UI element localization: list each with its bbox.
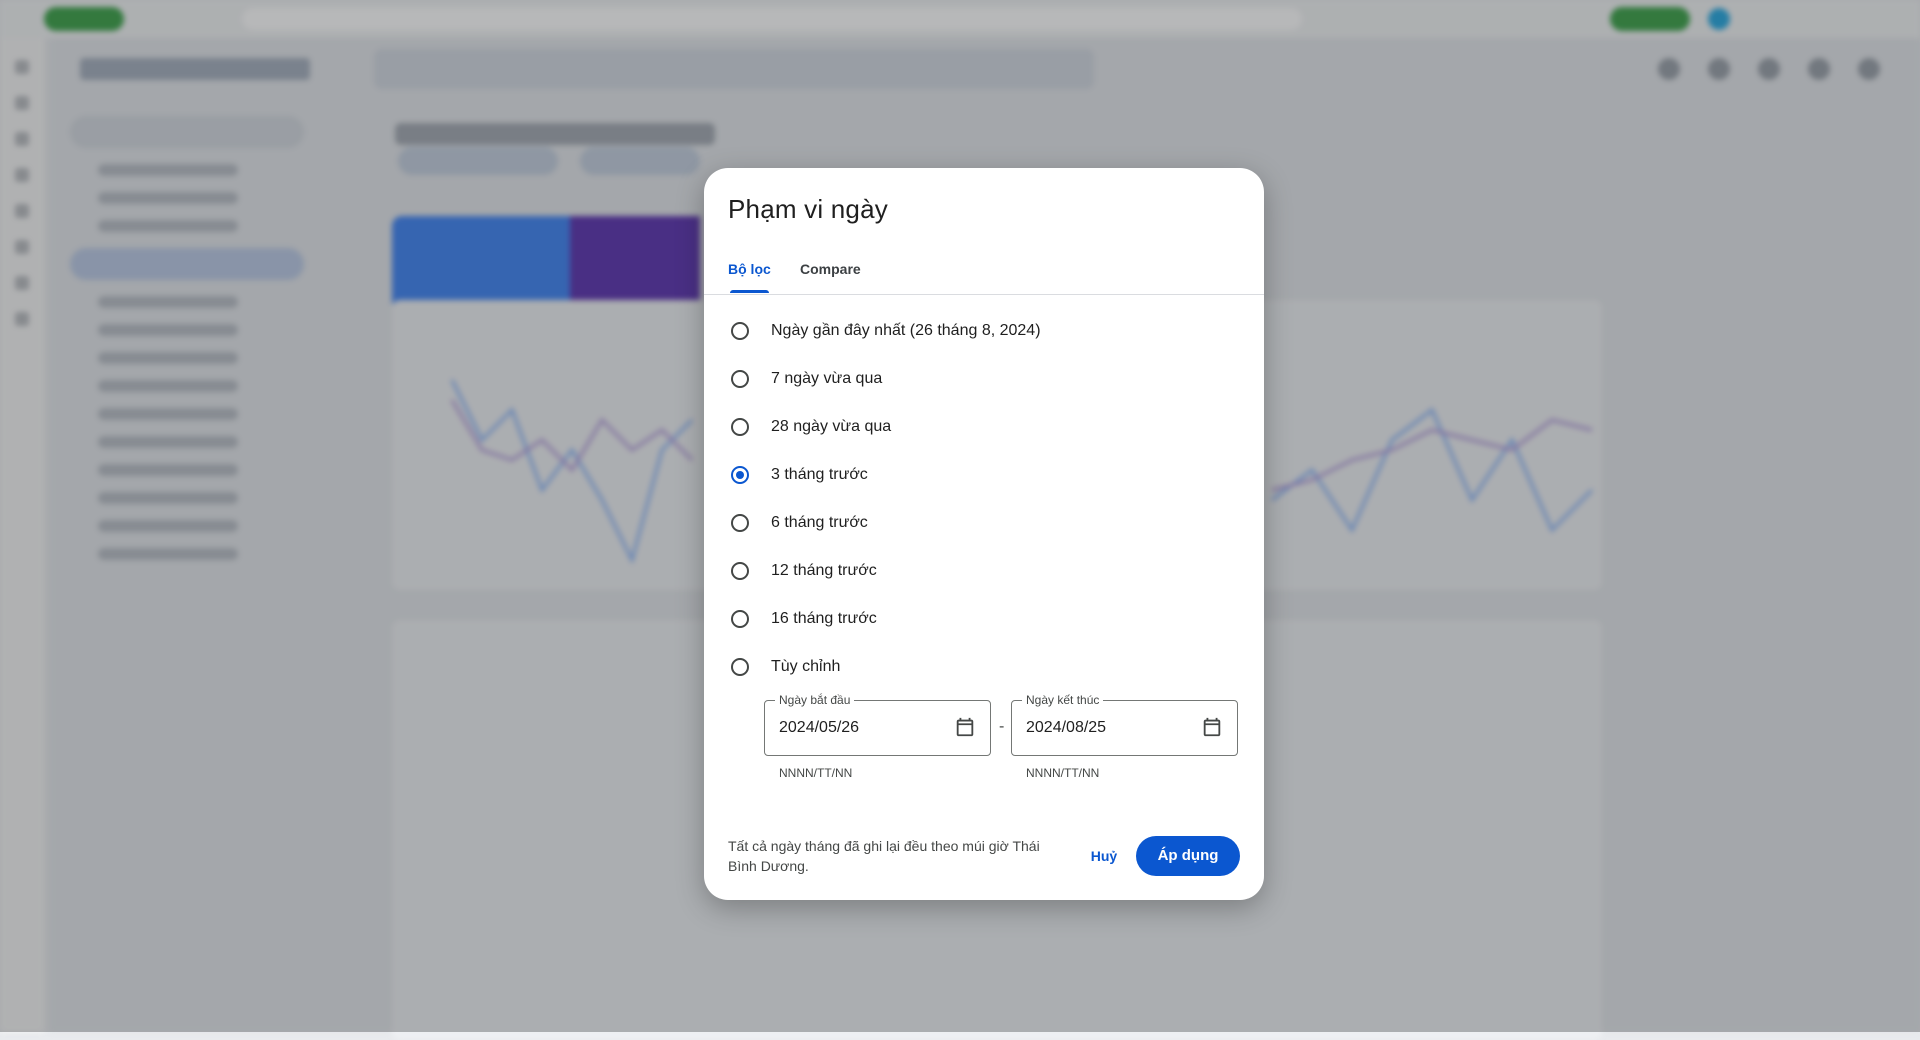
option-latest-day[interactable]: Ngày gần đây nhất (26 tháng 8, 2024) [728,307,1248,355]
start-date-value[interactable]: 2024/05/26 [779,719,859,737]
option-custom[interactable]: Tùy chỉnh [728,643,1248,691]
option-label: Ngày gần đây nhất (26 tháng 8, 2024) [771,322,1041,339]
option-label: 28 ngày vừa qua [771,418,892,435]
option-last-3-months[interactable]: 3 tháng trước [728,451,1248,499]
end-date-value[interactable]: 2024/08/25 [1026,719,1106,737]
dialog-title: Phạm vi ngày [728,194,888,224]
dialog-tabs: Bộ lọc Compare [704,254,1264,295]
custom-date-fields: Ngày bắt đầu 2024/05/26 NNNN/TT/NN - Ngà… [764,693,1244,780]
option-last-16-months[interactable]: 16 tháng trước [728,595,1248,643]
date-range-dialog: Phạm vi ngày Bộ lọc Compare Ngày gần đây… [704,168,1264,900]
start-date-hint: NNNN/TT/NN [779,766,853,780]
option-label: Tùy chỉnh [771,658,841,675]
end-date-label: Ngày kết thúc [1022,693,1104,707]
end-date-hint: NNNN/TT/NN [1026,766,1100,780]
option-label: 6 tháng trước [771,514,868,531]
radio-button[interactable] [731,658,749,676]
calendar-icon[interactable] [954,716,976,738]
option-last-6-months[interactable]: 6 tháng trước [728,499,1248,547]
apply-button[interactable]: Áp dụng [1136,836,1240,876]
radio-button[interactable] [731,322,749,340]
start-date-label: Ngày bắt đầu [775,693,855,707]
radio-button[interactable] [731,562,749,580]
option-last-7-days[interactable]: 7 ngày vừa qua [728,355,1248,403]
active-tab-indicator [730,290,769,293]
option-label: 3 tháng trước [771,466,868,483]
radio-button[interactable] [731,610,749,628]
option-label: 12 tháng trước [771,562,877,579]
option-last-28-days[interactable]: 28 ngày vừa qua [728,403,1248,451]
radio-button[interactable] [731,370,749,388]
tab-filter[interactable]: Bộ lọc [728,254,771,294]
cancel-button[interactable]: Huỷ [1074,836,1134,876]
timezone-note: Tất cả ngày tháng đã ghi lại đều theo mú… [728,838,1040,874]
start-date-field[interactable]: Ngày bắt đầu 2024/05/26 [764,693,991,756]
date-range-options: Ngày gần đây nhất (26 tháng 8, 2024) 7 n… [728,307,1248,691]
radio-button[interactable] [731,418,749,436]
option-last-12-months[interactable]: 12 tháng trước [728,547,1248,595]
calendar-icon[interactable] [1201,716,1223,738]
option-label: 7 ngày vừa qua [771,370,883,387]
option-label: 16 tháng trước [771,610,877,627]
radio-button-selected[interactable] [731,466,749,484]
end-date-field[interactable]: Ngày kết thúc 2024/08/25 [1011,693,1238,756]
tab-compare[interactable]: Compare [800,254,861,294]
date-separator: - [999,718,1005,735]
radio-button[interactable] [731,514,749,532]
